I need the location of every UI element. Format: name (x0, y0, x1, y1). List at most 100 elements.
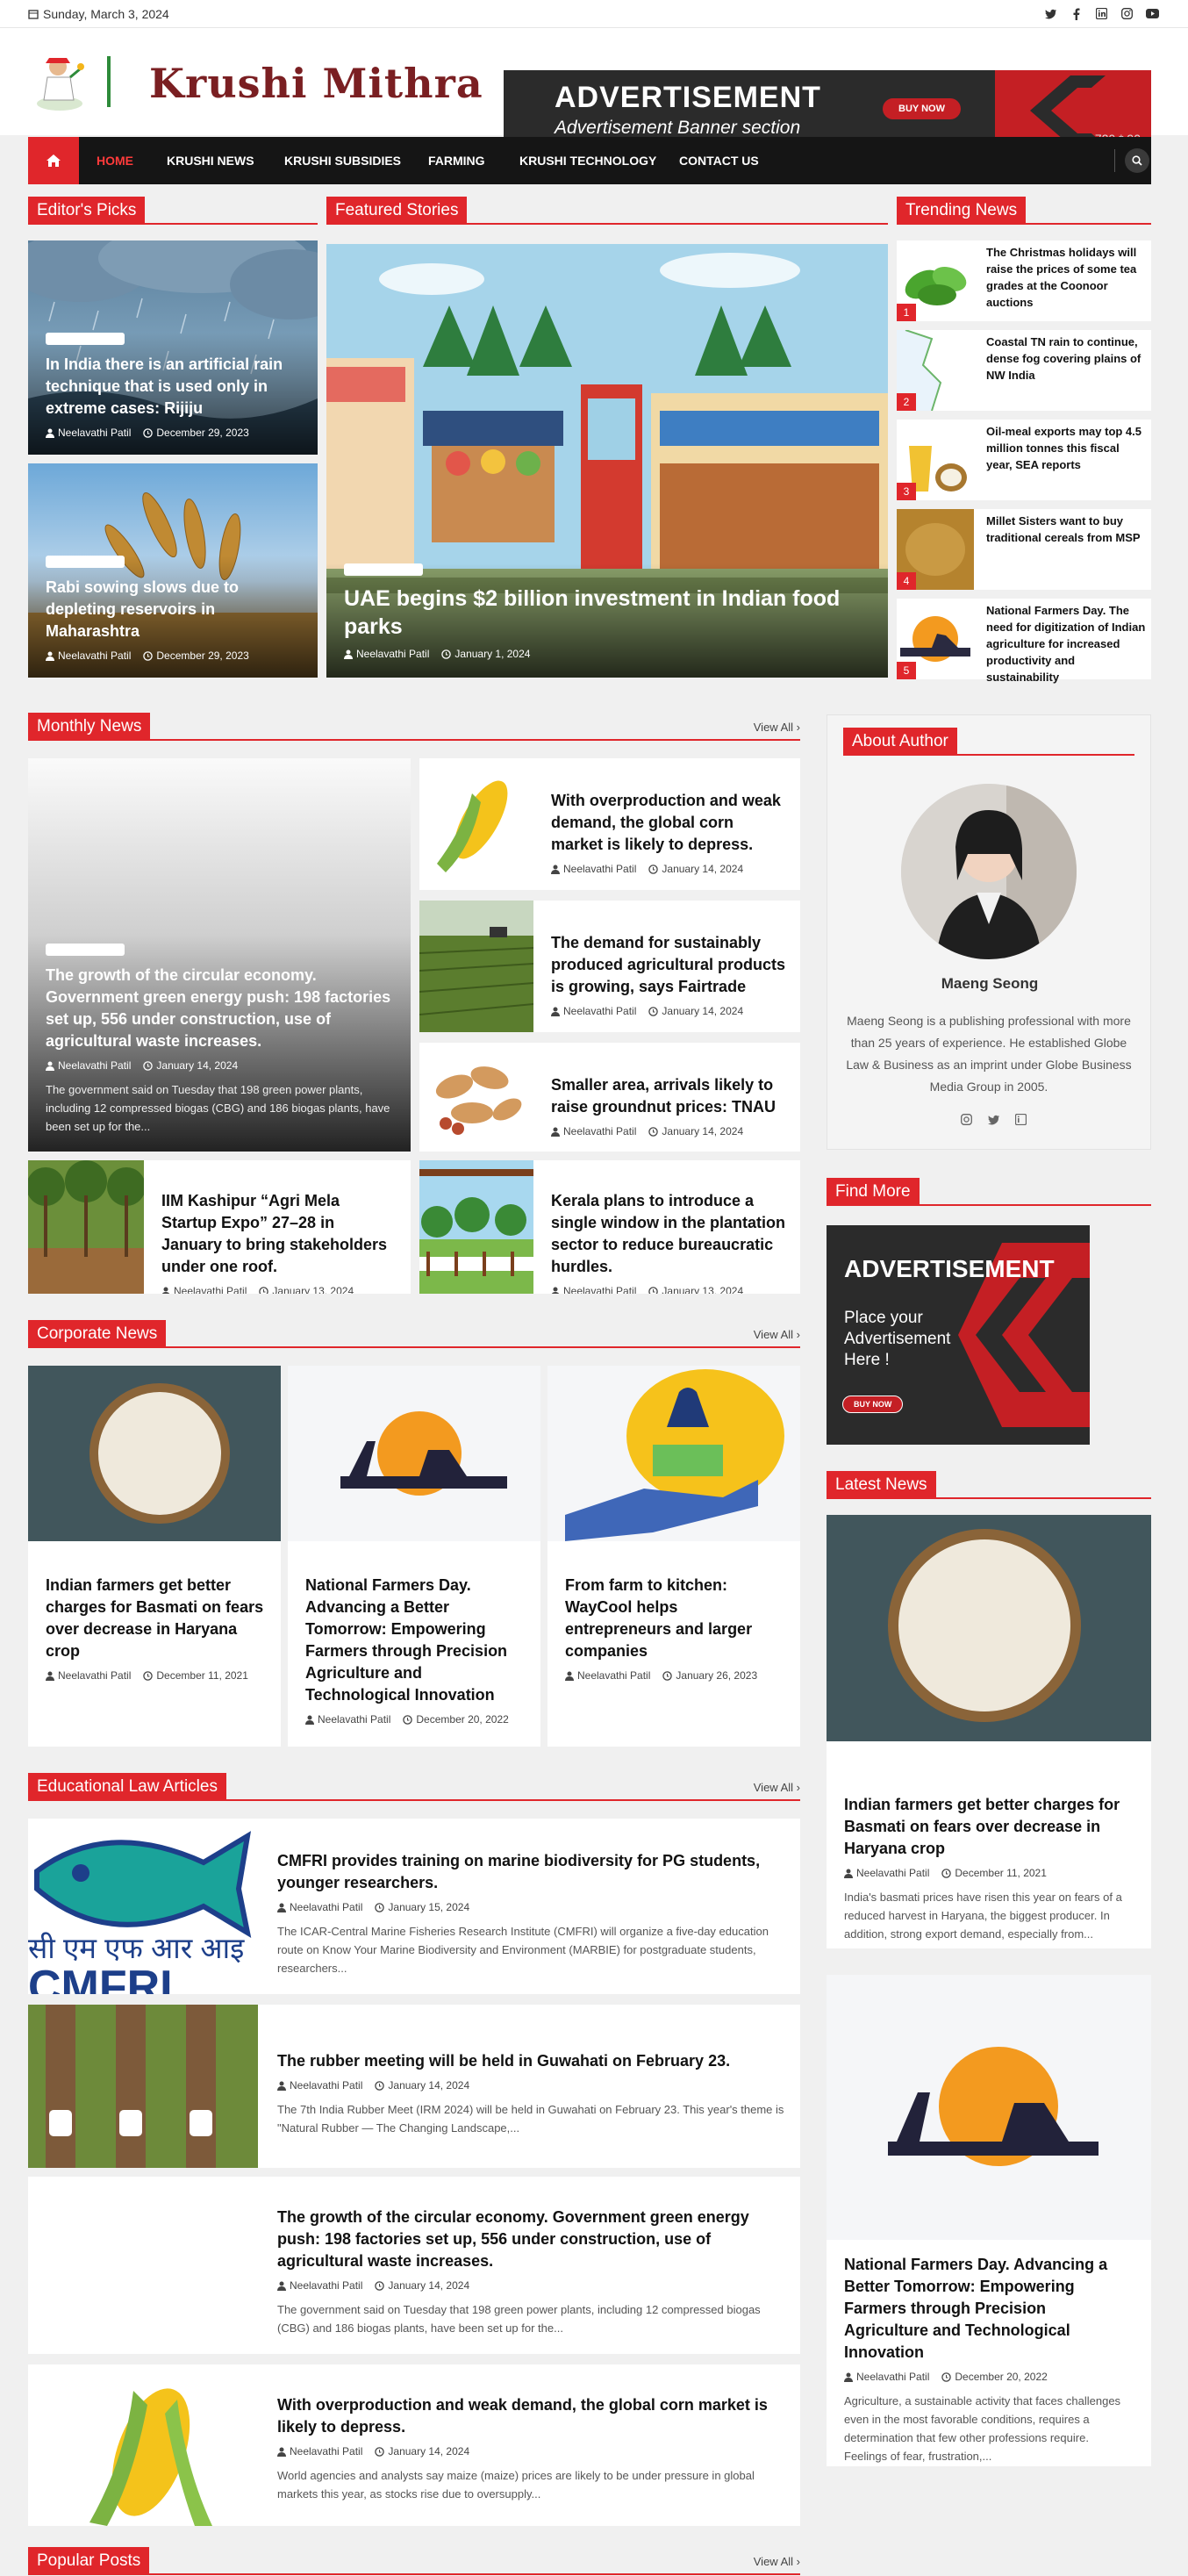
linkedin-icon[interactable] (1013, 1112, 1028, 1127)
trending-title[interactable]: The Christmas holidays will raise the pr… (986, 244, 1146, 311)
site-logo-text[interactable]: Krushi Mithra (149, 60, 483, 107)
author-meta[interactable]: Neelavathi Patil (344, 648, 429, 660)
instagram-icon[interactable] (959, 1112, 974, 1127)
home-icon[interactable] (28, 137, 79, 184)
category-badge[interactable] (46, 333, 125, 345)
popular-view-all[interactable]: View All › (754, 2555, 800, 2568)
editors-pick-title-1[interactable]: In India there is an artificial rain tec… (46, 354, 300, 420)
user-icon (46, 1061, 54, 1071)
corporate-title[interactable]: From farm to kitchen: WayCool helps entr… (565, 1575, 784, 1662)
monthly-item-title[interactable]: IIM Kashipur “Agri Mela Startup Expo” 27… (161, 1190, 398, 1278)
linkedin-icon[interactable] (1094, 6, 1109, 21)
monthly-item-4[interactable]: IIM Kashipur “Agri Mela Startup Expo” 27… (28, 1160, 411, 1294)
twitter-icon[interactable] (986, 1112, 1001, 1127)
nav-krushi-technology[interactable]: KRUSHI TECHNOLOGY (519, 154, 656, 168)
monthly-big-excerpt: The government said on Tuesday that 198 … (46, 1083, 390, 1133)
author-meta[interactable]: Neelavathi Patil (844, 2371, 929, 2383)
monthly-item-title[interactable]: Smaller area, arrivals likely to raise g… (551, 1074, 788, 1118)
corporate-title[interactable]: Indian farmers get better charges for Ba… (46, 1575, 265, 1662)
author-meta[interactable]: Neelavathi Patil (46, 1669, 131, 1682)
trending-title[interactable]: Oil-meal exports may top 4.5 million ton… (986, 423, 1146, 473)
corporate-view-all[interactable]: View All › (754, 1328, 800, 1341)
instagram-icon[interactable] (1120, 6, 1134, 21)
trending-item-2[interactable]: 2 Coastal TN rain to continue, dense fog… (897, 330, 1151, 411)
youtube-icon[interactable] (1145, 6, 1160, 21)
author-meta[interactable]: Neelavathi Patil (305, 1713, 390, 1726)
corporate-card-1[interactable]: Indian farmers get better charges for Ba… (28, 1366, 281, 1747)
user-icon (277, 1903, 286, 1912)
latest-title[interactable]: Indian farmers get better charges for Ba… (844, 1794, 1134, 1860)
educational-view-all[interactable]: View All › (754, 1781, 800, 1794)
logo-farmer-icon[interactable] (32, 51, 88, 112)
author-meta[interactable]: Neelavathi Patil (844, 1867, 929, 1879)
editors-pick-card-1[interactable]: In India there is an artificial rain tec… (28, 240, 318, 455)
monthly-big-title[interactable]: The growth of the circular economy. Gove… (46, 965, 393, 1052)
nav-krushi-subsidies[interactable]: KRUSHI SUBSIDIES (284, 154, 401, 168)
nav-contact-us[interactable]: CONTACT US (679, 154, 759, 168)
latest-news-card-1[interactable]: Indian farmers get better charges for Ba… (827, 1515, 1151, 1948)
trending-title[interactable]: National Farmers Day. The need for digit… (986, 602, 1146, 685)
education-title[interactable]: With overproduction and weak demand, the… (277, 2394, 786, 2438)
trending-title[interactable]: Millet Sisters want to buy traditional c… (986, 513, 1146, 546)
editors-pick-title-2[interactable]: Rabi sowing slows due to depleting reser… (46, 577, 300, 642)
search-icon[interactable] (1125, 148, 1149, 173)
category-badge[interactable] (344, 563, 423, 576)
author-meta[interactable]: Neelavathi Patil (277, 1901, 362, 1913)
monthly-item-title[interactable]: With overproduction and weak demand, the… (551, 790, 788, 856)
corporate-card-2[interactable]: National Farmers Day. Advancing a Better… (288, 1366, 540, 1747)
trending-item-4[interactable]: 4 Millet Sisters want to buy traditional… (897, 509, 1151, 590)
education-item-2[interactable]: The rubber meeting will be held in Guwah… (28, 2005, 800, 2168)
author-meta[interactable]: Neelavathi Patil (277, 2445, 362, 2458)
trending-title[interactable]: Coastal TN rain to continue, dense fog c… (986, 334, 1146, 384)
post-date: January 14, 2024 (388, 2445, 470, 2458)
latest-news-card-2[interactable]: National Farmers Day. Advancing a Better… (827, 1975, 1151, 2466)
education-title[interactable]: CMFRI provides training on marine biodiv… (277, 1850, 786, 1894)
author-meta[interactable]: Neelavathi Patil (565, 1669, 650, 1682)
latest-title[interactable]: National Farmers Day. Advancing a Better… (844, 2254, 1134, 2364)
education-title[interactable]: The rubber meeting will be held in Guwah… (277, 2050, 786, 2072)
education-title[interactable]: The growth of the circular economy. Gove… (277, 2206, 786, 2272)
facebook-icon[interactable] (1069, 6, 1084, 21)
author-meta[interactable]: Neelavathi Patil (551, 863, 636, 875)
monthly-item-title[interactable]: Kerala plans to introduce a single windo… (551, 1190, 788, 1278)
popular-posts-title: Popular Posts (28, 2547, 150, 2575)
nav-home[interactable]: HOME (97, 154, 133, 168)
monthly-item-5[interactable]: Kerala plans to introduce a single windo… (419, 1160, 800, 1294)
monthly-item-2[interactable]: The demand for sustainably produced agri… (419, 901, 800, 1032)
ad-buy-now-button[interactable]: BUY NOW (883, 98, 961, 119)
monthly-view-all[interactable]: View All › (754, 721, 800, 734)
trending-item-1[interactable]: 1 The Christmas holidays will raise the … (897, 240, 1151, 321)
author-meta[interactable]: Neelavathi Patil (277, 2279, 362, 2292)
author-meta[interactable]: Neelavathi Patil (161, 1285, 247, 1294)
education-item-4[interactable]: With overproduction and weak demand, the… (28, 2364, 800, 2526)
monthly-item-1[interactable]: With overproduction and weak demand, the… (419, 758, 800, 890)
author-meta[interactable]: Neelavathi Patil (46, 1059, 131, 1072)
trending-item-5[interactable]: 5 National Farmers Day. The need for dig… (897, 599, 1151, 684)
monthly-item-3[interactable]: Smaller area, arrivals likely to raise g… (419, 1043, 800, 1152)
education-item-3[interactable]: The growth of the circular economy. Gove… (28, 2177, 800, 2354)
monthly-big-card[interactable]: The growth of the circular economy. Gove… (28, 758, 411, 1152)
twitter-icon[interactable] (1043, 6, 1058, 21)
corporate-title[interactable]: National Farmers Day. Advancing a Better… (305, 1575, 525, 1706)
author-meta[interactable]: Neelavathi Patil (277, 2079, 362, 2092)
category-badge[interactable] (46, 556, 125, 568)
corporate-card-3[interactable]: From farm to kitchen: WayCool helps entr… (547, 1366, 800, 1747)
author-meta[interactable]: Neelavathi Patil (46, 649, 131, 662)
nav-farming[interactable]: FARMING (428, 154, 485, 168)
monthly-item-title[interactable]: The demand for sustainably produced agri… (551, 932, 788, 998)
editors-pick-card-2[interactable]: Rabi sowing slows due to depleting reser… (28, 463, 318, 678)
author-meta[interactable]: Neelavathi Patil (551, 1285, 636, 1294)
author-meta[interactable]: Neelavathi Patil (551, 1005, 636, 1017)
clock-icon (143, 650, 154, 661)
education-item-1[interactable]: सी एम एफ आर आइ CMFRI CMFRI provides trai… (28, 1819, 800, 1994)
sidebar-ad-button[interactable]: BUY NOW (842, 1396, 904, 1413)
featured-story-title[interactable]: UAE begins $2 billion investment in Indi… (344, 585, 870, 641)
featured-story-card[interactable]: UAE begins $2 billion investment in Indi… (326, 244, 888, 678)
author-avatar[interactable] (901, 784, 1077, 959)
sidebar-ad[interactable]: ADVERTISEMENT Place your Advertisement H… (827, 1225, 1090, 1445)
nav-krushi-news[interactable]: KRUSHI NEWS (167, 154, 254, 168)
author-meta[interactable]: Neelavathi Patil (551, 1125, 636, 1137)
trending-item-3[interactable]: 3 Oil-meal exports may top 4.5 million t… (897, 420, 1151, 500)
category-badge[interactable] (46, 944, 125, 956)
author-meta[interactable]: Neelavathi Patil (46, 427, 131, 439)
